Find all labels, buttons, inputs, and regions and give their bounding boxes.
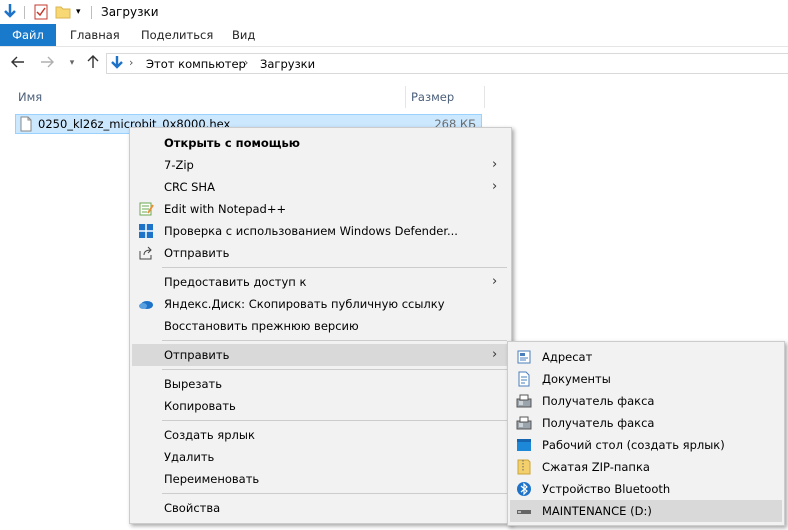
title-bar: ▾ Загрузки bbox=[0, 0, 788, 24]
windows-defender-icon bbox=[138, 223, 154, 239]
submenu-item-bluetooth[interactable]: Устройство Bluetooth bbox=[510, 478, 782, 500]
downloads-folder-icon bbox=[110, 55, 124, 75]
column-header-name[interactable]: Имя bbox=[18, 86, 42, 108]
desktop-icon bbox=[516, 437, 532, 453]
menu-item-properties[interactable]: Свойства bbox=[132, 497, 509, 519]
menu-item-cut[interactable]: Вырезать bbox=[132, 373, 509, 395]
menu-item-create-shortcut[interactable]: Создать ярлык bbox=[132, 424, 509, 446]
quick-access-dropdown-icon[interactable]: ▾ bbox=[76, 7, 81, 17]
submenu-item-drive-d[interactable]: MAINTENANCE (D:) bbox=[510, 500, 782, 522]
menu-item-share[interactable]: Отправить bbox=[132, 242, 509, 264]
menu-item-rename[interactable]: Переименовать bbox=[132, 468, 509, 490]
share-icon bbox=[138, 245, 154, 261]
submenu-arrow-icon: › bbox=[492, 157, 498, 172]
submenu-arrow-icon: › bbox=[492, 179, 498, 194]
column-header-size[interactable]: Размер bbox=[411, 86, 454, 108]
tab-home[interactable]: Главная bbox=[70, 24, 120, 46]
menu-item-grant-access[interactable]: Предоставить доступ к › bbox=[132, 271, 509, 293]
menu-item-send-to[interactable]: Отправить › bbox=[132, 344, 509, 366]
breadcrumb-chevron-icon[interactable]: › bbox=[244, 56, 248, 69]
drive-icon bbox=[516, 503, 532, 519]
ribbon-tabs: Файл Главная Поделиться Вид bbox=[0, 24, 788, 46]
new-folder-icon[interactable] bbox=[55, 4, 71, 23]
context-menu: Открыть с помощью 7-Zip › CRC SHA › Edit… bbox=[129, 127, 512, 524]
forward-arrow-icon[interactable] bbox=[39, 55, 55, 71]
menu-item-7zip[interactable]: 7-Zip › bbox=[132, 154, 509, 176]
download-arrow-icon[interactable] bbox=[2, 3, 18, 24]
tab-file[interactable]: Файл bbox=[0, 24, 56, 46]
submenu-item-documents[interactable]: Документы bbox=[510, 368, 782, 390]
fax-icon bbox=[516, 415, 532, 431]
breadcrumb-chevron-icon[interactable]: › bbox=[129, 56, 133, 69]
breadcrumb-downloads[interactable]: Загрузки bbox=[260, 57, 315, 71]
submenu-item-zip[interactable]: Сжатая ZIP-папка bbox=[510, 456, 782, 478]
yandex-disk-icon bbox=[138, 296, 154, 312]
contact-icon bbox=[516, 349, 532, 365]
submenu-item-contact[interactable]: Адресат bbox=[510, 346, 782, 368]
menu-item-delete[interactable]: Удалить bbox=[132, 446, 509, 468]
tab-view[interactable]: Вид bbox=[232, 24, 255, 46]
send-to-submenu: Адресат Документы Получатель факса Получ… bbox=[507, 341, 785, 526]
menu-item-restore-version[interactable]: Восстановить прежнюю версию bbox=[132, 315, 509, 337]
menu-item-defender-scan[interactable]: Проверка с использованием Windows Defend… bbox=[132, 220, 509, 242]
breadcrumb-this-pc[interactable]: Этот компьютер bbox=[146, 57, 246, 71]
bluetooth-icon bbox=[516, 481, 532, 497]
submenu-item-fax-2[interactable]: Получатель факса bbox=[510, 412, 782, 434]
back-arrow-icon[interactable] bbox=[10, 55, 26, 71]
menu-item-crc-sha[interactable]: CRC SHA › bbox=[132, 176, 509, 198]
address-bar[interactable]: › Этот компьютер › Загрузки bbox=[106, 53, 788, 74]
zip-folder-icon bbox=[516, 459, 532, 475]
file-icon bbox=[19, 116, 33, 135]
submenu-item-fax-1[interactable]: Получатель факса bbox=[510, 390, 782, 412]
documents-icon bbox=[516, 371, 532, 387]
menu-item-notepad[interactable]: Edit with Notepad++ bbox=[132, 198, 509, 220]
up-arrow-icon[interactable] bbox=[85, 55, 101, 71]
notepad-plus-icon bbox=[138, 201, 154, 217]
menu-item-open-with[interactable]: Открыть с помощью bbox=[132, 132, 509, 154]
recent-locations-chevron-icon[interactable]: ▾ bbox=[64, 55, 80, 71]
submenu-arrow-icon: › bbox=[492, 347, 498, 362]
tab-share[interactable]: Поделиться bbox=[141, 24, 213, 46]
submenu-arrow-icon: › bbox=[492, 274, 498, 289]
fax-icon bbox=[516, 393, 532, 409]
window-title: Загрузки bbox=[101, 5, 159, 19]
menu-item-yandex-disk[interactable]: Яндекс.Диск: Скопировать публичную ссылк… bbox=[132, 293, 509, 315]
properties-check-icon[interactable] bbox=[33, 4, 49, 23]
submenu-item-desktop[interactable]: Рабочий стол (создать ярлык) bbox=[510, 434, 782, 456]
menu-item-copy[interactable]: Копировать bbox=[132, 395, 509, 417]
